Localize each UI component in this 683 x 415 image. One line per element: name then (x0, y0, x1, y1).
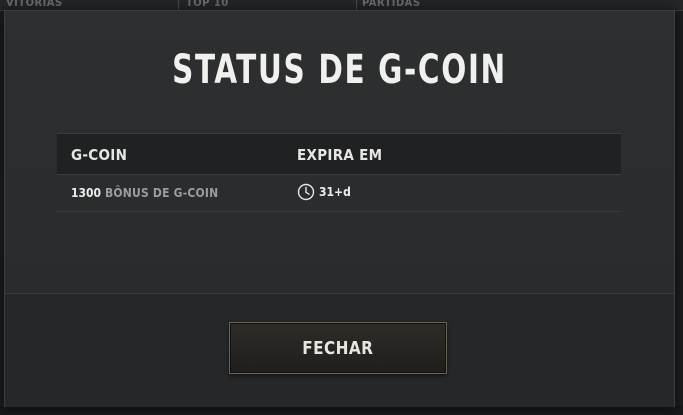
close-button[interactable]: FECHAR (229, 322, 447, 374)
background-tab-wins: VITÓRIAS (6, 0, 63, 9)
background-divider (178, 0, 179, 10)
dialog-footer: FECHAR (5, 293, 674, 407)
expiry-value: 31+d (319, 185, 351, 199)
header-expires: EXPIRA EM (297, 146, 383, 164)
table-header: G-COIN EXPIRA EM (57, 133, 621, 175)
clock-icon (297, 183, 315, 201)
table-row: 1300 BÔNUS DE G-COIN 31+d (57, 175, 621, 212)
background-divider (356, 0, 357, 10)
gcoin-type: BÔNUS DE G-COIN (105, 186, 219, 200)
expiry-cell: 31+d (297, 183, 351, 201)
gcoin-amount: 1300 (71, 186, 102, 200)
close-button-label: FECHAR (302, 337, 374, 359)
background-tab-top10: TOP 10 (186, 0, 229, 9)
dialog-body: STATUS DE G-COIN G-COIN EXPIRA EM 1300 B… (5, 11, 674, 293)
header-gcoin: G-COIN (71, 146, 128, 164)
gcoin-table: G-COIN EXPIRA EM 1300 BÔNUS DE G-COIN 31… (57, 133, 621, 212)
background-tab-matches: PARTIDAS (362, 0, 421, 9)
dialog-title: STATUS DE G-COIN (172, 47, 507, 93)
gcoin-status-dialog: STATUS DE G-COIN G-COIN EXPIRA EM 1300 B… (4, 10, 675, 407)
